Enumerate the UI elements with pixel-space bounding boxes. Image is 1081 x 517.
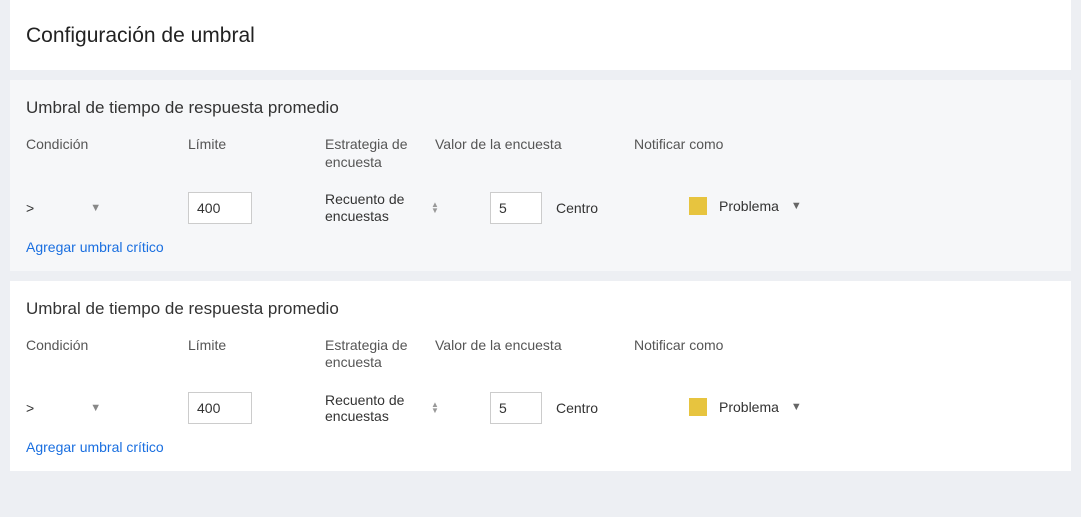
sort-icon: ▲▼ [431,202,439,214]
header-limit: Límite [188,337,325,355]
header-row: Condición Límite Estrategia de encuesta … [26,337,1055,372]
header-row: Condición Límite Estrategia de encuesta … [26,136,1055,171]
poll-unit: Centro [556,400,598,416]
header-limit: Límite [188,136,325,154]
limit-input[interactable] [188,392,252,424]
header-condition: Condición [26,136,188,154]
page-title: Configuración de umbral [26,24,1055,48]
notify-dropdown[interactable]: Problema ▼ [689,398,802,416]
header-strategy: Estrategia de encuesta [325,337,435,372]
poll-value-input[interactable] [490,192,542,224]
limit-input[interactable] [188,192,252,224]
chevron-down-icon: ▼ [791,401,802,413]
title-card: Configuración de umbral [10,0,1071,70]
header-notify-as: Notificar como [634,136,1055,154]
strategy-select[interactable]: Recuento de encuestas ▲▼ [325,392,439,426]
notify-label: Problema [719,198,779,214]
sort-icon: ▲▼ [431,402,439,414]
chevron-down-icon: ▼ [90,402,101,414]
chevron-down-icon: ▼ [90,202,101,214]
add-critical-threshold-link[interactable]: Agregar umbral crítico [26,439,164,455]
value-row: > ▼ Recuento de encuestas ▲▼ Centro [26,191,1055,225]
condition-dropdown[interactable]: > ▼ [26,400,105,416]
strategy-value: Recuento de encuestas [325,392,425,426]
severity-swatch [689,398,707,416]
chevron-down-icon: ▼ [791,200,802,212]
section-title: Umbral de tiempo de respuesta promedio [26,98,1055,118]
poll-unit: Centro [556,200,598,216]
notify-label: Problema [719,399,779,415]
header-strategy: Estrategia de encuesta [325,136,435,171]
value-row: > ▼ Recuento de encuestas ▲▼ Centro [26,392,1055,426]
add-critical-threshold-link[interactable]: Agregar umbral crítico [26,239,164,255]
condition-dropdown[interactable]: > ▼ [26,200,105,216]
section-title: Umbral de tiempo de respuesta promedio [26,299,1055,319]
threshold-section: Umbral de tiempo de respuesta promedio C… [10,80,1071,271]
poll-value-input[interactable] [490,392,542,424]
severity-swatch [689,197,707,215]
header-poll-value: Valor de la encuesta [435,136,634,154]
strategy-select[interactable]: Recuento de encuestas ▲▼ [325,191,439,225]
header-notify-as: Notificar como [634,337,1055,355]
condition-value: > [26,200,34,216]
header-condition: Condición [26,337,188,355]
condition-value: > [26,400,34,416]
header-poll-value: Valor de la encuesta [435,337,634,355]
notify-dropdown[interactable]: Problema ▼ [689,197,802,215]
strategy-value: Recuento de encuestas [325,191,425,225]
threshold-section: Umbral de tiempo de respuesta promedio C… [10,281,1071,472]
